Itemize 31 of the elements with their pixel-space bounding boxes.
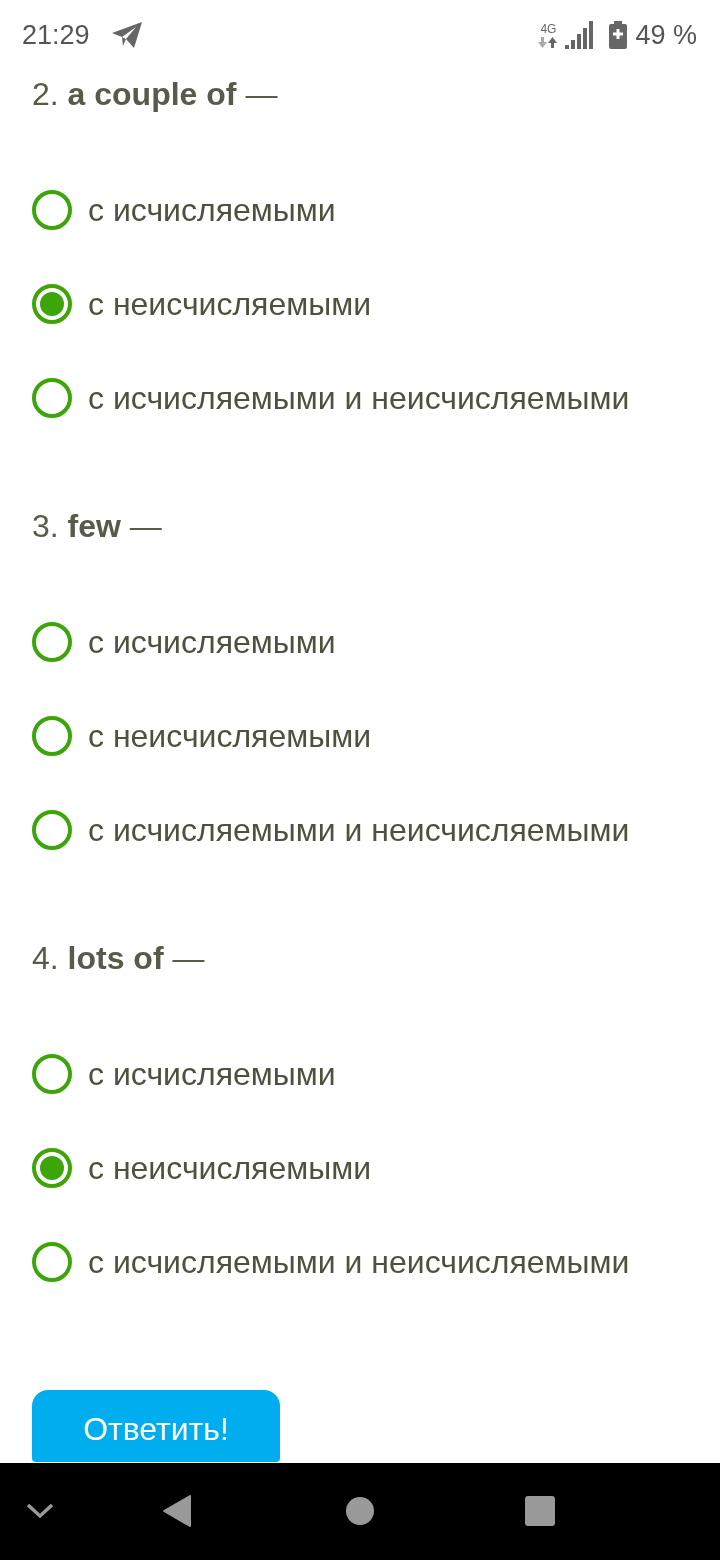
option-label[interactable]: с исчисляемыми	[88, 191, 336, 229]
option-label[interactable]: с исчисляемыми и неисчисляемыми	[88, 379, 630, 417]
radio-button[interactable]	[32, 810, 72, 850]
network-type: 4G	[540, 22, 557, 36]
signal-icon	[565, 21, 596, 49]
radio-button[interactable]	[32, 622, 72, 662]
radio-button[interactable]	[32, 378, 72, 418]
question-text: 4. lots of —	[32, 940, 205, 976]
question-text: 2. a couple of —	[32, 76, 278, 112]
battery-charging-icon	[609, 21, 628, 49]
status-time: 21:29	[22, 19, 90, 51]
option-label[interactable]: с исчисляемыми	[88, 1055, 336, 1093]
data-arrows-icon	[538, 36, 559, 48]
question-text: 3. few —	[32, 508, 162, 544]
radio-button[interactable]	[32, 190, 72, 230]
chevron-down-icon[interactable]	[26, 1503, 54, 1519]
paper-plane-icon	[111, 22, 142, 48]
option-label[interactable]: с неисчисляемыми	[88, 717, 372, 755]
radio-button[interactable]	[32, 1054, 72, 1094]
radio-button[interactable]	[32, 284, 72, 324]
home-icon[interactable]	[346, 1497, 374, 1525]
battery-percent: 49 %	[635, 19, 697, 51]
option-label[interactable]: с исчисляемыми и неисчисляемыми	[88, 811, 630, 849]
option-label[interactable]: с исчисляемыми и неисчисляемыми	[88, 1243, 630, 1281]
radio-button[interactable]	[32, 1242, 72, 1282]
radio-button[interactable]	[32, 1148, 72, 1188]
option-label[interactable]: с исчисляемыми	[88, 623, 336, 661]
option-label[interactable]: с неисчисляемыми	[88, 1149, 372, 1187]
option-label[interactable]: с неисчисляемыми	[88, 285, 372, 323]
radio-button[interactable]	[32, 716, 72, 756]
back-icon[interactable]	[163, 1495, 191, 1527]
